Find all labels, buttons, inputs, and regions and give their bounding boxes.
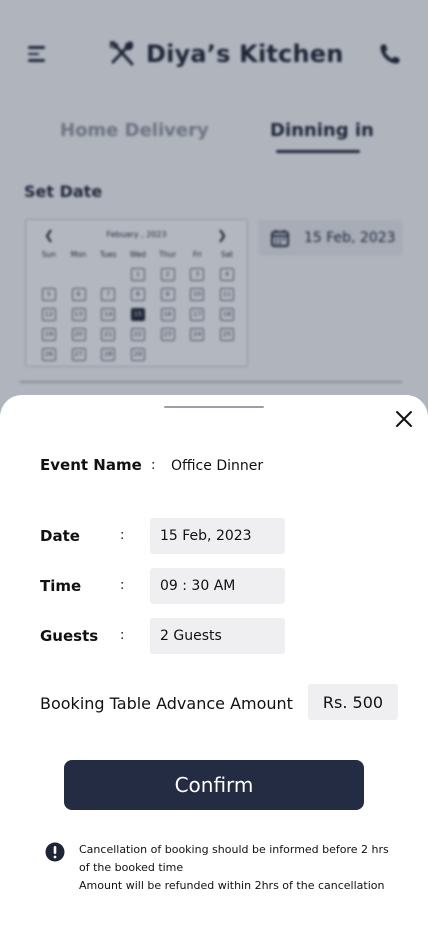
guests-field[interactable]: 2 Guests xyxy=(150,618,285,654)
time-colon: : xyxy=(120,578,125,593)
guests-colon: : xyxy=(120,628,125,643)
cancellation-note-line-2: Amount will be refunded within 2hrs of t… xyxy=(79,879,385,892)
event-name-value: Office Dinner xyxy=(171,458,264,474)
guests-label: Guests xyxy=(40,627,99,645)
time-field[interactable]: 09 : 30 AM xyxy=(150,568,285,604)
sheet-drag-handle[interactable] xyxy=(164,406,264,408)
cancellation-note: Cancellation of booking should be inform… xyxy=(79,841,399,895)
screen: Diya’s Kitchen Home Delivery Dinning in … xyxy=(0,0,428,926)
exclamation-circle-icon xyxy=(45,842,65,862)
date-colon: : xyxy=(120,528,125,543)
booking-bottom-sheet: Event Name : Office Dinner Date : 15 Feb… xyxy=(0,395,428,926)
advance-amount-label: Booking Table Advance Amount xyxy=(40,694,293,713)
event-name-colon: : xyxy=(151,458,156,473)
confirm-button[interactable]: Confirm xyxy=(64,760,364,810)
date-field[interactable]: 15 Feb, 2023 xyxy=(150,518,285,554)
time-label: Time xyxy=(40,577,82,595)
cancellation-note-line-1: Cancellation of booking should be inform… xyxy=(79,843,389,874)
event-name-label: Event Name xyxy=(40,456,142,474)
close-icon[interactable] xyxy=(394,409,414,429)
advance-amount-value: Rs. 500 xyxy=(308,684,398,720)
date-label: Date xyxy=(40,527,80,545)
